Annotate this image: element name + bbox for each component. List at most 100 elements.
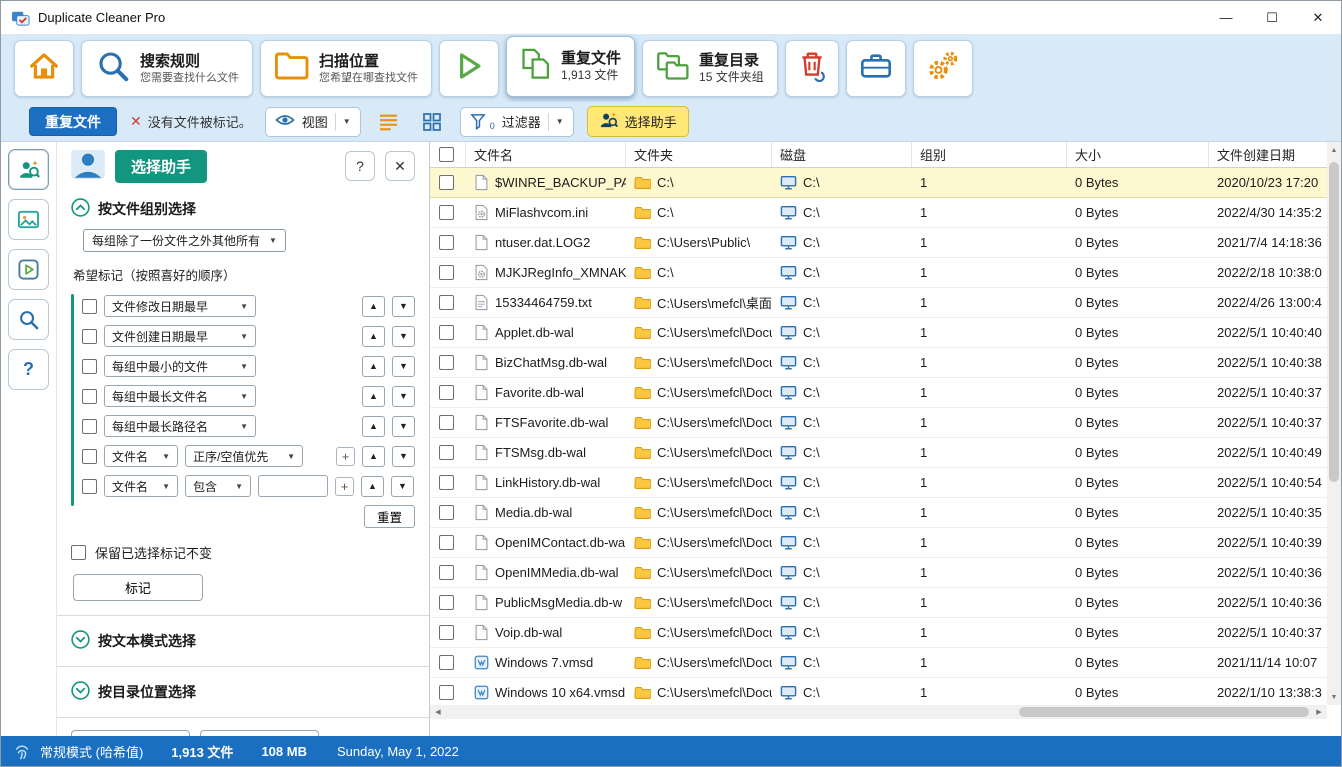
vertical-scrollbar[interactable]: ▲ ▼ (1327, 142, 1341, 705)
criteria-dropdown[interactable]: 每组中最小的文件 ▼ (104, 355, 256, 377)
column-header-size[interactable]: 大小 (1067, 142, 1209, 167)
table-row[interactable]: Applet.db-walC:\Users\mefcl\DocumeC:\10 … (430, 318, 1327, 348)
contains-dropdown[interactable]: 包含▼ (185, 475, 251, 497)
section-directory-location[interactable]: 按目录位置选择 (71, 681, 415, 703)
row-checkbox[interactable] (430, 258, 466, 287)
view-dropdown[interactable]: 视图 ▼ (265, 107, 361, 137)
selection-assistant-button[interactable]: 选择助手 (587, 106, 689, 137)
contains-input[interactable] (258, 475, 328, 497)
column-header-created[interactable]: 文件创建日期 (1209, 142, 1327, 167)
close-button[interactable]: ✕ (1295, 1, 1341, 34)
keep-selection-option[interactable]: 保留已选择标记不变 (71, 543, 415, 562)
add-rule-button[interactable]: + (335, 477, 354, 496)
criteria-checkbox[interactable] (82, 329, 97, 344)
help-button[interactable]: ? (345, 151, 375, 181)
close-panel-button[interactable]: ✕ (385, 151, 415, 181)
move-up-button[interactable]: ▲ (362, 386, 385, 407)
criteria-dropdown[interactable]: 每组中最长文件名 ▼ (104, 385, 256, 407)
scroll-up-arrow[interactable]: ▲ (1327, 142, 1341, 158)
section-text-pattern[interactable]: 按文本模式选择 (71, 630, 415, 652)
sidebar-selection-assistant-button[interactable] (8, 149, 49, 190)
row-checkbox[interactable] (430, 318, 466, 347)
criteria-checkbox[interactable] (82, 479, 97, 494)
move-up-button[interactable]: ▲ (361, 476, 384, 497)
unmark-all-button[interactable]: 取消所有标记 (71, 730, 190, 736)
sidebar-image-preview-button[interactable] (8, 199, 49, 240)
table-row[interactable]: PublicMsgMedia.db-wC:\Users\mefcl\Docume… (430, 588, 1327, 618)
row-checkbox[interactable] (430, 408, 466, 437)
criteria-checkbox[interactable] (82, 299, 97, 314)
move-up-button[interactable]: ▲ (362, 446, 385, 467)
sidebar-media-preview-button[interactable] (8, 249, 49, 290)
scroll-left-arrow[interactable]: ◀ (430, 705, 446, 719)
row-checkbox[interactable] (430, 618, 466, 647)
grid-view-button[interactable] (417, 107, 447, 137)
move-down-button[interactable]: ▼ (392, 326, 415, 347)
row-checkbox[interactable] (430, 678, 466, 707)
move-up-button[interactable]: ▲ (362, 326, 385, 347)
table-row[interactable]: Windows 10 x64.vmsdC:\Users\mefcl\Docume… (430, 678, 1327, 708)
scroll-down-arrow[interactable]: ▼ (1327, 689, 1341, 705)
sort-mode-dropdown[interactable]: 正序/空值优先▼ (185, 445, 303, 467)
row-checkbox[interactable] (430, 648, 466, 677)
row-checkbox[interactable] (430, 378, 466, 407)
home-button[interactable] (14, 40, 74, 97)
invert-selection-button[interactable]: 反选所有标记 (200, 730, 319, 736)
row-checkbox[interactable] (430, 588, 466, 617)
list-view-button[interactable] (374, 107, 404, 137)
criteria-checkbox[interactable] (82, 359, 97, 374)
duplicate-folders-tab[interactable]: 重复目录 15 文件夹组 (642, 40, 778, 97)
field-dropdown[interactable]: 文件名▼ (104, 445, 178, 467)
table-row[interactable]: Media.db-walC:\Users\mefcl\DocumeC:\10 B… (430, 498, 1327, 528)
row-checkbox[interactable] (430, 438, 466, 467)
criteria-dropdown[interactable]: 每组中最长路径名 ▼ (104, 415, 256, 437)
filter-dropdown[interactable]: 0 过滤器 ▼ (460, 107, 574, 137)
table-row[interactable]: Windows 7.vmsdC:\Users\mefcl\DocumeC:\10… (430, 648, 1327, 678)
move-down-button[interactable]: ▼ (392, 296, 415, 317)
table-row[interactable]: MiFlashvcom.iniC:\C:\10 Bytes2022/4/30 1… (430, 198, 1327, 228)
table-row[interactable]: FTSMsg.db-walC:\Users\mefcl\DocumeC:\10 … (430, 438, 1327, 468)
move-down-button[interactable]: ▼ (392, 356, 415, 377)
scroll-right-arrow[interactable]: ▶ (1311, 705, 1327, 719)
table-row[interactable]: ntuser.dat.LOG2C:\Users\Public\C:\10 Byt… (430, 228, 1327, 258)
move-up-button[interactable]: ▲ (362, 356, 385, 377)
vertical-scroll-thumb[interactable] (1329, 162, 1339, 482)
column-header-filename[interactable]: 文件名 (466, 142, 626, 167)
table-row[interactable]: MJKJRegInfo_XMNAKIC:\C:\10 Bytes2022/2/1… (430, 258, 1327, 288)
row-checkbox[interactable] (430, 198, 466, 227)
criteria-checkbox[interactable] (82, 419, 97, 434)
row-checkbox[interactable] (430, 168, 466, 197)
mark-button[interactable]: 标记 (73, 574, 203, 601)
table-row[interactable]: 15334464759.txtC:\Users\mefcl\桌面\C:\10 B… (430, 288, 1327, 318)
horizontal-scroll-thumb[interactable] (1019, 707, 1309, 717)
table-row[interactable]: LinkHistory.db-walC:\Users\mefcl\DocumeC… (430, 468, 1327, 498)
column-header-folder[interactable]: 文件夹 (626, 142, 772, 167)
criteria-dropdown[interactable]: 文件创建日期最早 ▼ (104, 325, 256, 347)
row-checkbox[interactable] (430, 498, 466, 527)
row-checkbox[interactable] (430, 558, 466, 587)
column-header-group[interactable]: 组别 (912, 142, 1067, 167)
sidebar-help-button[interactable]: ? (8, 349, 49, 390)
horizontal-scrollbar[interactable]: ◀ ▶ (430, 705, 1327, 719)
toolbox-button[interactable] (846, 40, 906, 97)
table-row[interactable]: $WINRE_BACKUP_PARC:\C:\10 Bytes2020/10/2… (430, 168, 1327, 198)
row-checkbox[interactable] (430, 288, 466, 317)
move-up-button[interactable]: ▲ (362, 416, 385, 437)
move-down-button[interactable]: ▼ (392, 416, 415, 437)
row-checkbox[interactable] (430, 528, 466, 557)
maximize-button[interactable]: ☐ (1249, 1, 1295, 34)
sidebar-search-button[interactable] (8, 299, 49, 340)
search-rules-tab[interactable]: 搜索规则 您需要查找什么文件 (81, 40, 253, 97)
scan-location-tab[interactable]: 扫描位置 您希望在哪查找文件 (260, 40, 432, 97)
minimize-button[interactable]: — (1203, 1, 1249, 34)
criteria-dropdown[interactable]: 文件修改日期最早 ▼ (104, 295, 256, 317)
delete-files-button[interactable] (785, 40, 839, 97)
table-row[interactable]: Favorite.db-walC:\Users\mefcl\DocumeC:\1… (430, 378, 1327, 408)
table-row[interactable]: OpenIMContact.db-waC:\Users\mefcl\Docume… (430, 528, 1327, 558)
table-row[interactable]: BizChatMsg.db-walC:\Users\mefcl\DocumeC:… (430, 348, 1327, 378)
section-group-select[interactable]: 按文件组别选择 (71, 198, 415, 220)
column-header-disk[interactable]: 磁盘 (772, 142, 912, 167)
move-down-button[interactable]: ▼ (392, 446, 415, 467)
row-checkbox[interactable] (430, 468, 466, 497)
table-row[interactable]: FTSFavorite.db-walC:\Users\mefcl\DocumeC… (430, 408, 1327, 438)
